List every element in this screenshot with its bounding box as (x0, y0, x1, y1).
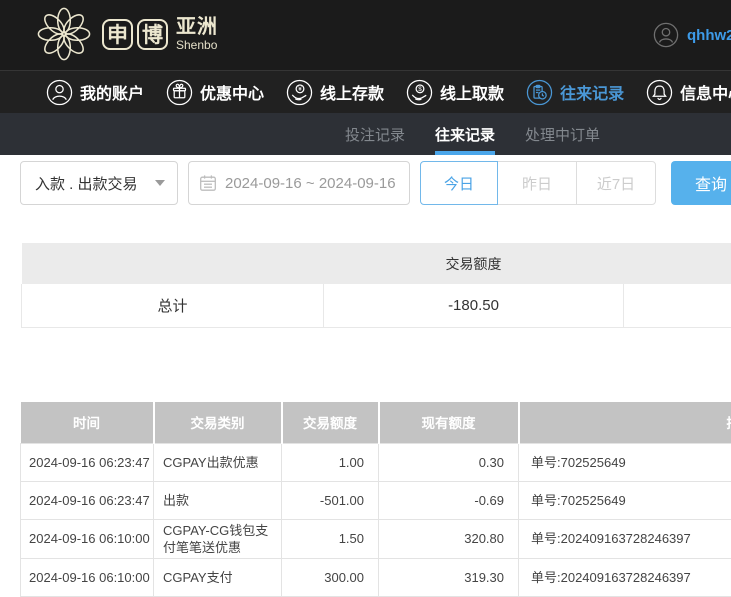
clipboard-clock-icon (526, 79, 553, 106)
tab-label: 处理中订单 (525, 124, 600, 145)
column-header-balance: 现有额度 (379, 402, 519, 443)
logo-char-1: 申 (107, 19, 128, 49)
nav-item-promotions[interactable]: 优惠中心 (166, 79, 264, 106)
logo-subtitle-text: Shenbo (176, 39, 218, 51)
avatar-icon (653, 22, 679, 48)
records-table: 时间 交易类别 交易额度 现有额度 摘要 2024-09-16 06:23:47… (20, 402, 731, 597)
summary-header-empty (22, 243, 324, 284)
nav-item-deposit[interactable]: ¥ 线上存款 (286, 79, 384, 106)
tab-processing-orders[interactable]: 处理中订单 (525, 113, 600, 155)
cell-memo: 单号:202409163728246397 (519, 558, 731, 596)
cell-type: CGPAY支付 (154, 558, 282, 596)
last-7-days-button[interactable]: 近7日 (576, 161, 656, 205)
summary-total-label: 总计 (22, 284, 324, 327)
logo-text-block: 亚洲 Shenbo (176, 17, 218, 51)
gift-icon (166, 79, 193, 106)
chevron-down-icon (155, 180, 165, 186)
calendar-icon (199, 174, 217, 192)
nav-label: 线上存款 (320, 80, 384, 104)
summary-header-row: 交易额度 (22, 243, 731, 284)
cell-time: 2024-09-16 06:23:47 (21, 443, 154, 481)
summary-total-value: -180.50 (324, 284, 624, 327)
cell-time: 2024-09-16 06:23:47 (21, 481, 154, 519)
yesterday-button[interactable]: 昨日 (497, 161, 577, 205)
summary-header-empty (624, 243, 731, 284)
nav-label: 我的账户 (80, 80, 144, 104)
bell-icon (646, 79, 673, 106)
svg-text:$: $ (418, 85, 422, 92)
cell-amount: -501.00 (282, 481, 379, 519)
cell-type: CGPAY出款优惠 (154, 443, 282, 481)
logo-char-box: 博 (137, 19, 168, 50)
summary-empty-cell (624, 284, 731, 327)
nav-label: 信息中心 (680, 80, 731, 104)
nav-item-messages[interactable]: 信息中心 (646, 79, 731, 106)
summary-total-row: 总计 -180.50 (22, 284, 731, 327)
date-range-value: 2024-09-16 ~ 2024-09-16 (225, 175, 396, 192)
logo-region-text: 亚洲 (176, 17, 218, 37)
cell-time: 2024-09-16 06:10:00 (21, 519, 154, 558)
cell-amount: 1.00 (282, 443, 379, 481)
withdraw-hand-coin-icon: $ (406, 79, 433, 106)
tab-betting-records[interactable]: 投注记录 (345, 113, 405, 155)
logo-char-box: 申 (102, 19, 133, 50)
nav-item-my-account[interactable]: 我的账户 (46, 79, 144, 106)
cell-amount: 300.00 (282, 558, 379, 596)
records-header-row: 时间 交易类别 交易额度 现有额度 摘要 (21, 402, 731, 443)
column-header-amount: 交易额度 (282, 402, 379, 443)
main-navigation-bar: 我的账户 优惠中心 ¥ 线上存款 $ 线上取款 (0, 70, 731, 113)
tab-transaction-records[interactable]: 往来记录 (435, 113, 495, 155)
cell-memo: 单号:702525649 (519, 443, 731, 481)
transaction-records-page: { "header": { "logo": { "char1": "申", "c… (0, 0, 731, 594)
cell-memo: 单号:702525649 (519, 481, 731, 519)
cell-type: 出款 (154, 481, 282, 519)
cell-balance: 319.30 (379, 558, 519, 596)
search-button[interactable]: 查询 (671, 161, 731, 205)
date-range-input[interactable]: 2024-09-16 ~ 2024-09-16 (188, 161, 410, 205)
nav-label: 往来记录 (560, 80, 624, 104)
deposit-hand-coin-icon: ¥ (286, 79, 313, 106)
quick-date-button-group: 今日 昨日 近7日 (420, 161, 656, 205)
nav-item-withdraw[interactable]: $ 线上取款 (406, 79, 504, 106)
cell-amount: 1.50 (282, 519, 379, 558)
tab-label: 往来记录 (435, 124, 495, 145)
username-text[interactable]: qhhw2 (687, 27, 731, 44)
table-row: 2024-09-16 06:23:47 出款 -501.00 -0.69 单号:… (21, 481, 731, 519)
user-icon (46, 79, 73, 106)
flower-logo-icon (36, 6, 92, 62)
tab-label: 投注记录 (345, 124, 405, 145)
nav-item-transaction-records[interactable]: 往来记录 (526, 79, 624, 106)
cell-type: CGPAY-CG钱包支付笔笔送优惠 (154, 519, 282, 558)
active-tab-underline (435, 151, 495, 155)
filter-bar: 入款 . 出款交易 2024-09-16 ~ 2024-09-16 今日 昨日 … (20, 161, 731, 205)
cell-balance: -0.69 (379, 481, 519, 519)
column-header-time: 时间 (21, 402, 154, 443)
nav-label: 优惠中心 (200, 80, 264, 104)
svg-text:¥: ¥ (298, 85, 302, 92)
today-button[interactable]: 今日 (420, 161, 498, 205)
table-row: 2024-09-16 06:10:00 CGPAY支付 300.00 319.3… (21, 558, 731, 596)
table-row: 2024-09-16 06:10:00 CGPAY-CG钱包支付笔笔送优惠 1.… (21, 519, 731, 558)
top-header-bar: 申 博 亚洲 Shenbo qhhw2 (0, 0, 731, 70)
nav-label: 线上取款 (440, 80, 504, 104)
transaction-type-select[interactable]: 入款 . 出款交易 (20, 161, 178, 205)
site-logo[interactable]: 申 博 亚洲 Shenbo (36, 6, 218, 62)
user-account-area[interactable]: qhhw2 (653, 22, 731, 48)
column-header-type: 交易类别 (154, 402, 282, 443)
cell-balance: 320.80 (379, 519, 519, 558)
logo-char-2: 博 (142, 19, 163, 49)
cell-memo: 单号:202409163728246397 (519, 519, 731, 558)
transaction-type-value: 入款 . 出款交易 (35, 173, 155, 194)
record-tabs-bar: 投注记录 往来记录 处理中订单 (0, 113, 731, 155)
summary-table: 交易额度 总计 -180.50 (21, 243, 731, 328)
cell-balance: 0.30 (379, 443, 519, 481)
column-header-memo: 摘要 (519, 402, 731, 443)
table-row: 2024-09-16 06:23:47 CGPAY出款优惠 1.00 0.30 … (21, 443, 731, 481)
summary-header-amount: 交易额度 (324, 243, 624, 284)
cell-time: 2024-09-16 06:10:00 (21, 558, 154, 596)
